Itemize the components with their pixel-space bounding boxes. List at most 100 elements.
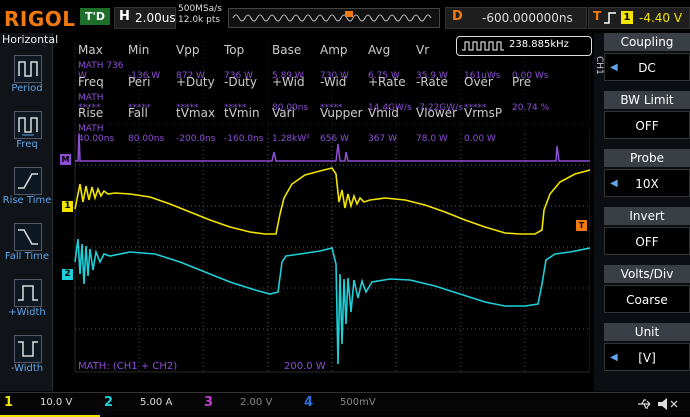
top-status-bar: RIGOL T'D H 2.00us 500MSa/s 12.0k pts D … [0, 0, 690, 34]
coupling-menu-item[interactable]: Coupling DC ◀ [604, 33, 690, 83]
channel-status-bar: 1 10.0 V 2 5.00 A 3 2.00 V 4 500mV [0, 392, 690, 417]
ch2-number: 2 [104, 395, 114, 410]
measure-value: -200.0ns [176, 134, 216, 144]
ch1-scale: 10.0 V [40, 397, 73, 408]
neg-width-button[interactable]: -Width [4, 331, 48, 385]
freq-button[interactable]: Freq [4, 107, 48, 161]
measure-value: 80.00ns [128, 134, 165, 144]
frequency-counter[interactable]: 238.885kHz [456, 36, 592, 56]
trigger-level-marker[interactable]: T [576, 220, 587, 231]
measure-header: -Wid [320, 75, 347, 89]
ch1-marker[interactable]: 1 [62, 201, 73, 212]
probe-menu-item[interactable]: Probe 10X ◀ [604, 149, 690, 199]
measure-value: 656 W [320, 134, 349, 144]
horizontal-menu: Horizontal Period Freq Rise Time Fall Ti… [0, 33, 58, 391]
period-button[interactable]: Period [4, 51, 48, 105]
measure-header: Amp [320, 43, 348, 57]
measure-value: 367 W [368, 134, 397, 144]
ch3-scale: 2.00 V [240, 397, 273, 408]
usb-icon [638, 399, 651, 409]
ch1-trace [74, 167, 590, 235]
measure-header: +Duty [176, 75, 215, 89]
sample-info: 500MSa/s 12.0k pts [178, 4, 222, 26]
trigger-channel: 1 [621, 11, 633, 24]
measure-header: Vupper [320, 106, 363, 120]
ch3-number: 3 [204, 395, 214, 410]
measure-header: Freq [78, 75, 104, 89]
delay-key: D [452, 9, 463, 24]
measure-header: Avg [368, 43, 391, 57]
pos-width-icon [14, 279, 42, 307]
unit-menu-item[interactable]: Unit [V] ◀ [604, 323, 690, 373]
math-marker[interactable]: M [60, 154, 71, 165]
measure-header: Pre [512, 75, 532, 89]
measure-value: 20.74 % [512, 103, 550, 113]
trigger-key: T [593, 9, 602, 23]
timebase-box[interactable]: H 2.00us [114, 7, 176, 29]
invert-menu-item[interactable]: Invert OFF [604, 207, 690, 257]
volts-div-value: Coarse [604, 285, 690, 313]
rise-time-button[interactable]: Rise Time [3, 163, 51, 217]
bw-limit-menu-item[interactable]: BW Limit OFF [604, 91, 690, 141]
probe-title: Probe [604, 149, 690, 167]
memory-position-strip[interactable] [228, 8, 440, 28]
period-label: Period [11, 83, 43, 94]
measure-header: Fall [128, 106, 148, 120]
ch2-marker[interactable]: 2 [62, 269, 73, 280]
ch2-status[interactable]: 2 5.00 A [100, 393, 200, 415]
fall-time-button[interactable]: Fall Time [4, 219, 49, 273]
measure-header: Min [128, 43, 150, 57]
measure-value: 1.28kW² [272, 134, 310, 144]
invert-title: Invert [604, 207, 690, 225]
speaker-icon[interactable] [656, 397, 686, 411]
rigol-logo: RIGOL [4, 7, 76, 31]
channel-menu-label: CH1 [594, 56, 604, 75]
ch2-scale: 5.00 A [140, 397, 173, 408]
measure-header: tVmax [176, 106, 216, 120]
measure-header: Vmid [368, 106, 399, 120]
fall-time-label: Fall Time [4, 251, 50, 262]
ch4-scale: 500mV [340, 397, 376, 408]
period-icon [14, 55, 42, 83]
measure-value: MATH 40.00ns [78, 124, 115, 144]
ch4-number: 4 [304, 395, 314, 410]
pos-width-button[interactable]: +Width [4, 275, 48, 329]
menu-arrow-icon: ◀ [610, 352, 618, 363]
neg-width-label: -Width [10, 363, 44, 374]
square-wave-icon [462, 41, 504, 51]
ch1-number: 1 [4, 395, 14, 410]
measure-header: Rise [78, 106, 104, 120]
run-state-badge[interactable]: T'D [80, 8, 110, 25]
measure-header: +Rate [368, 75, 406, 89]
measure-value: 78.0 W [416, 134, 448, 144]
measure-header: Over [464, 75, 493, 89]
measure-value: -160.0ns [224, 134, 264, 144]
bw-limit-value: OFF [604, 111, 690, 139]
rise-time-icon [14, 167, 42, 195]
pos-width-label: +Width [8, 307, 46, 318]
ch3-status[interactable]: 3 2.00 V [200, 393, 300, 415]
trigger-box[interactable]: T 1 -4.40 V [588, 7, 690, 29]
volts-div-menu-item[interactable]: Volts/Div Coarse [604, 265, 690, 315]
measure-header: Vari [272, 106, 295, 120]
measure-header: -Duty [224, 75, 257, 89]
bw-limit-title: BW Limit [604, 91, 690, 109]
measure-header: Max [78, 43, 103, 57]
invert-value: OFF [604, 227, 690, 255]
measure-header: tVmin [224, 106, 260, 120]
measure-header: +Wid [272, 75, 305, 89]
ch1-status[interactable]: 1 10.0 V [0, 393, 100, 417]
measure-header: Top [224, 43, 245, 57]
math-scale: 200.0 W [284, 361, 326, 372]
horizontal-menu-title: Horizontal [2, 33, 59, 46]
volts-div-title: Volts/Div [604, 265, 690, 283]
freq-icon [14, 111, 42, 139]
delay-box[interactable]: D -600.000000ns [445, 7, 587, 29]
rise-time-label: Rise Time [2, 195, 52, 206]
measure-row-1-headers: Max Min Vpp Top Base Amp Avg Vr [78, 43, 446, 57]
unit-title: Unit [604, 323, 690, 341]
measure-row-3-values: MATH 40.00ns 80.00ns -200.0ns -160.0ns 1.28k… [78, 124, 512, 144]
coupling-title: Coupling [604, 33, 690, 51]
ch4-status[interactable]: 4 500mV [300, 393, 400, 415]
frequency-value: 238.885kHz [509, 39, 569, 50]
